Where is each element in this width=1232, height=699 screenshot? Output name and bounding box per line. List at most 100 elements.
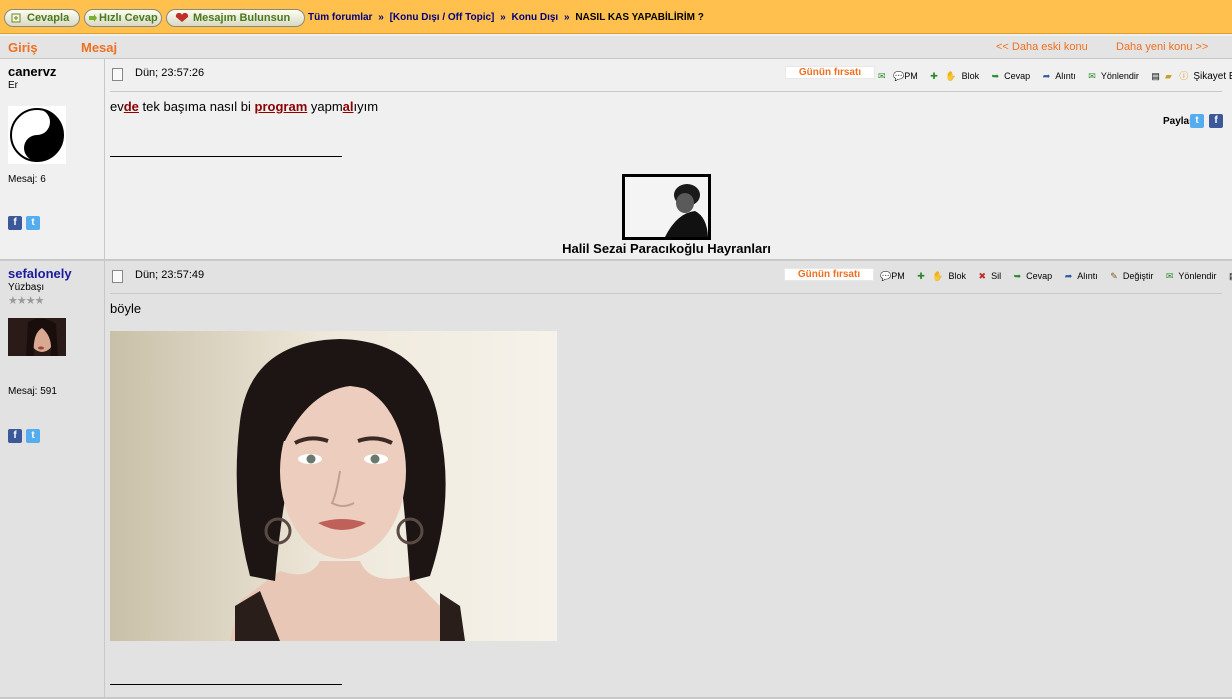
report-button[interactable]: ⓘ Şikayet Et — [1179, 71, 1232, 82]
breadcrumb-subforum[interactable]: Konu Dışı — [512, 12, 559, 23]
post-divider — [110, 91, 1222, 92]
reply-button-label: Cevapla — [27, 12, 70, 24]
body-text: ev — [110, 99, 124, 114]
find-my-message-button-label: Mesajım Bulunsun — [193, 12, 291, 24]
facebook-share-icon[interactable]: f — [1209, 114, 1223, 128]
folder-icon[interactable]: ▰ — [1165, 71, 1172, 81]
reply-label: Cevap — [1026, 271, 1053, 281]
breadcrumb-category[interactable]: [Konu Dışı / Off Topic] — [390, 12, 495, 23]
pm-button[interactable]: 💬PM — [893, 71, 923, 81]
post-body: evde tek başıma nasıl bi program yapmalı… — [110, 99, 378, 114]
post-author-panel: canervz Er Mesaj: 6 f t — [0, 59, 105, 259]
pm-button[interactable]: 💬PM — [880, 271, 910, 281]
reply-post-button[interactable]: ➥ Cevap — [992, 71, 1036, 81]
quick-reply-button-label: Hızlı Cevap — [99, 12, 158, 24]
post-date: Dün; 23:57:49 — [135, 269, 205, 281]
add-friend-icon[interactable]: ✚ — [917, 271, 925, 281]
redirect-button[interactable]: ✉ Yönlendir — [1088, 71, 1144, 81]
quote-label: Alıntı — [1055, 71, 1076, 81]
quote-icon: ➦ — [1064, 271, 1073, 281]
signature-separator — [110, 684, 342, 685]
avatar[interactable] — [8, 318, 66, 356]
post-body: böyle — [110, 301, 142, 316]
quick-reply-button[interactable]: Hızlı Cevap — [84, 9, 162, 27]
facebook-icon[interactable]: f — [8, 429, 22, 443]
reply-arrow-icon: ➥ — [1013, 271, 1022, 281]
column-message-header: Mesaj — [81, 40, 118, 55]
twitter-share-icon[interactable]: t — [1190, 114, 1204, 128]
delete-icon: ✖ — [978, 271, 987, 281]
breadcrumb-all-forums[interactable]: Tüm forumlar — [308, 12, 372, 23]
post-toolbar: ✉ 💬PM ✚ ✋ Blok ➥ Cevap ➦ Alıntı ✉ Yönlendir … — [878, 69, 1232, 82]
quote-icon: ➦ — [1042, 71, 1051, 81]
keyword-link[interactable]: de — [124, 99, 139, 114]
column-login-header: Giriş — [8, 40, 38, 55]
thread-header: Giriş Mesaj << Daha eski konu Daha yeni … — [0, 34, 1232, 59]
post-image — [110, 331, 557, 641]
author-name[interactable]: canervz — [8, 64, 56, 79]
reply-icon — [11, 13, 21, 23]
block-icon: ✋ — [932, 271, 944, 281]
heart-icon — [175, 13, 189, 22]
keyword-link[interactable]: al — [343, 99, 354, 114]
pm-label: PM — [891, 271, 905, 281]
signature-image — [622, 174, 711, 240]
deal-of-day-badge[interactable]: Günün fırsatı — [784, 268, 874, 281]
edit-icon: ✎ — [1110, 271, 1118, 281]
breadcrumb-separator: » — [563, 12, 570, 23]
reply-button[interactable]: Cevapla — [4, 9, 80, 27]
find-my-message-button[interactable]: Mesajım Bulunsun — [166, 9, 305, 27]
edit-button[interactable]: ✎ Değiştir — [1110, 271, 1158, 281]
edit-label: Değiştir — [1122, 271, 1154, 281]
signature-caption: Halil Sezai Paracıkoğlu Hayranları — [562, 241, 771, 256]
document-icon — [112, 68, 123, 81]
redirect-label: Yönlendir — [1178, 271, 1217, 281]
breadcrumb-current-topic: NASIL KAS YAPABİLİRİM ? — [575, 12, 704, 23]
delete-button[interactable]: ✖ Sil — [979, 271, 1007, 281]
deal-of-day-badge[interactable]: Günün fırsatı — [785, 66, 875, 79]
avatar[interactable] — [8, 106, 66, 164]
reply-label: Cevap — [1004, 71, 1031, 81]
pm-label: PM — [904, 71, 918, 81]
redirect-label: Yönlendir — [1100, 71, 1139, 81]
post-canervz: canervz Er Mesaj: 6 f t Dün; 23:57:26 Gü… — [0, 59, 1232, 261]
quote-button[interactable]: ➦ Alıntı — [1065, 271, 1103, 281]
message-icon[interactable]: ✉ — [878, 71, 886, 81]
quote-label: Alıntı — [1077, 271, 1098, 281]
arrow-icon — [89, 14, 97, 22]
facebook-icon[interactable]: f — [8, 216, 22, 230]
redirect-icon: ✉ — [1165, 271, 1174, 281]
rank-stars: ★★★★ — [8, 294, 44, 307]
redirect-icon: ✉ — [1088, 71, 1096, 81]
redirect-button[interactable]: ✉ Yönlendir — [1166, 271, 1222, 281]
author-message-count: Mesaj: 591 — [8, 386, 57, 397]
author-message-count: Mesaj: 6 — [8, 174, 46, 185]
block-button[interactable]: ✋ Blok — [932, 271, 971, 281]
signature-separator — [110, 156, 342, 157]
post-author-panel: sefalonely Yüzbaşı ★★★★ Mesaj: 591 f t — [0, 261, 105, 697]
quote-button[interactable]: ➦ Alıntı — [1043, 71, 1081, 81]
author-rank: Yüzbaşı — [8, 282, 45, 293]
post-date: Dün; 23:57:26 — [135, 67, 205, 79]
older-topic-link[interactable]: << Daha eski konu — [996, 41, 1088, 53]
newer-topic-link[interactable]: Daha yeni konu >> — [1116, 41, 1208, 53]
yin-yang-icon — [10, 108, 64, 162]
body-text: ıyım — [353, 99, 379, 114]
block-button[interactable]: ✋ Blok — [945, 71, 984, 81]
twitter-icon[interactable]: t — [26, 429, 40, 443]
author-name[interactable]: sefalonely — [8, 266, 72, 281]
delete-label: Sil — [991, 271, 1002, 281]
twitter-icon[interactable]: t — [26, 216, 40, 230]
breadcrumb-separator: » — [500, 12, 506, 23]
breadcrumb: Tüm forumlar » [Konu Dışı / Off Topic] »… — [308, 12, 704, 23]
author-rank: Er — [8, 80, 18, 91]
reply-post-button[interactable]: ➥ Cevap — [1014, 271, 1058, 281]
post-toolbar: 💬PM ✚ ✋ Blok ✖ Sil ➥ Cevap ➦ Alıntı ✎ Değişti… — [880, 271, 1232, 282]
post-sefalonely: sefalonely Yüzbaşı ★★★★ Mesaj: 591 f t D… — [0, 261, 1232, 699]
keyword-link[interactable]: program — [255, 99, 308, 114]
report-label: Şikayet Et — [1193, 71, 1232, 82]
warning-icon: ⓘ — [1179, 71, 1189, 81]
reply-arrow-icon: ➥ — [991, 71, 1000, 81]
add-friend-icon[interactable]: ✚ — [930, 71, 938, 81]
copy-icon[interactable]: ▤ — [1151, 71, 1160, 81]
